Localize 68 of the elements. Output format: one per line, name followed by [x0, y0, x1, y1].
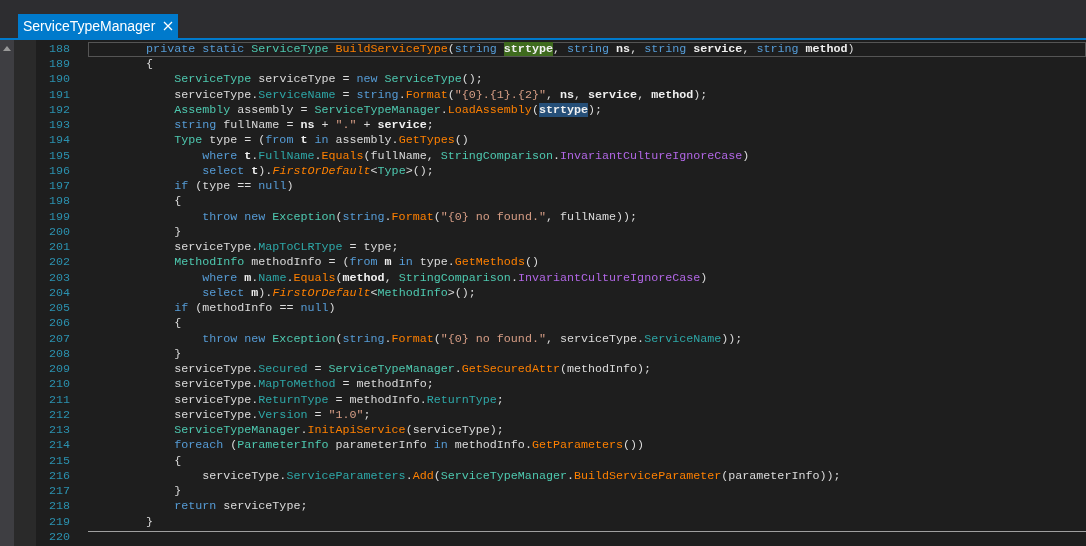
code-line: serviceType.ServiceName = string.Format("{0}.{1}.{2}", ns, service, method);: [173, 86, 708, 104]
line-number: 208: [47, 345, 70, 363]
line-number: 190: [47, 71, 70, 89]
line-number: 192: [47, 101, 70, 119]
line-number: 197: [47, 178, 70, 196]
line-number: 198: [47, 193, 70, 211]
line-number: 204: [47, 284, 70, 302]
line-number: 200: [47, 223, 70, 241]
line-number: 206: [47, 315, 70, 333]
code-line: serviceType.Secured = ServiceTypeManager.GetSecuredAttr(methodInfo);: [173, 361, 652, 379]
line-number: 196: [47, 162, 70, 180]
line-number: 219: [47, 513, 70, 531]
code-line: serviceType.Version = "1.0";: [173, 406, 371, 424]
code-line: }: [173, 345, 182, 363]
code-line: {: [173, 315, 182, 333]
scroll-up-icon[interactable]: [3, 46, 11, 51]
code-line: select t).FirstOrDefault<Type>();: [201, 162, 434, 180]
line-number: 195: [47, 147, 70, 165]
line-number: 213: [47, 422, 70, 440]
code-line: }: [145, 513, 154, 531]
code-line: serviceType.ServiceParameters.Add(ServiceTypeManager.BuildServiceParameter(parameterInfo));: [201, 467, 841, 485]
line-number: 211: [47, 391, 70, 409]
line-number: 212: [47, 406, 70, 424]
code-line: }: [173, 223, 182, 241]
code-line: return serviceType;: [173, 498, 308, 516]
code-line: Type type = (from t in assembly.GetTypes(): [173, 132, 469, 150]
code-line: serviceType.MapToCLRType = type;: [173, 239, 399, 257]
line-number: 199: [47, 208, 70, 226]
line-number: 201: [47, 239, 70, 257]
code-line: Assembly assembly = ServiceTypeManager.LoadAssembly(strtype);: [173, 101, 603, 119]
code-line: serviceType.MapToMethod = methodInfo;: [173, 376, 434, 394]
line-number: 207: [47, 330, 70, 348]
code-line: where m.Name.Equals(method, StringComparison.InvariantCultureIgnoreCase): [201, 269, 708, 287]
code-line: ServiceType serviceType = new ServiceType();: [173, 71, 483, 89]
line-number: 216: [47, 467, 70, 485]
line-number: 191: [47, 86, 70, 104]
code-line: where t.FullName.Equals(fullName, StringComparison.InvariantCultureIgnoreCase): [201, 147, 750, 165]
line-number: 210: [47, 376, 70, 394]
line-number: 214: [47, 437, 70, 455]
line-number: 188: [47, 40, 70, 58]
code-line: ServiceTypeManager.InitApiService(serviceType);: [173, 422, 504, 440]
code-line: string fullName = ns + "." + service;: [173, 117, 434, 135]
code-line: serviceType.ReturnType = methodInfo.ReturnType;: [173, 391, 504, 409]
code-line: if (type == null): [173, 178, 294, 196]
code-line: {: [173, 193, 182, 211]
line-number: 189: [47, 56, 70, 74]
line-number: 194: [47, 132, 70, 150]
code-line: MethodInfo methodInfo = (from m in type.GetMethods(): [173, 254, 539, 272]
line-number: 218: [47, 498, 70, 516]
line-number: 205: [47, 300, 70, 318]
line-number: 217: [47, 483, 70, 501]
code-line: throw new Exception(string.Format("{0} no found.", serviceType.ServiceName));: [201, 330, 743, 348]
line-number: 202: [47, 254, 70, 272]
line-number: 209: [47, 361, 70, 379]
code-line: private static ServiceType BuildServiceType(string strtype, string ns, string service, string method): [145, 40, 855, 58]
line-number: 203: [47, 269, 70, 287]
line-number: 215: [47, 452, 70, 470]
code-line: {: [145, 56, 154, 74]
code-line: throw new Exception(string.Format("{0} no found.", fullName));: [201, 208, 638, 226]
code-line: select m).FirstOrDefault<MethodInfo>();: [201, 284, 476, 302]
code-line: if (methodInfo == null): [173, 300, 336, 318]
code-line: foreach (ParameterInfo parameterInfo in methodInfo.GetParameters()): [173, 437, 645, 455]
code-line: {: [173, 452, 182, 470]
line-number: 193: [47, 117, 70, 135]
editor-tab[interactable]: ServiceTypeManager: [18, 14, 179, 38]
close-icon[interactable]: [163, 21, 174, 31]
code-line: }: [173, 483, 182, 501]
line-number: 220: [47, 528, 70, 546]
